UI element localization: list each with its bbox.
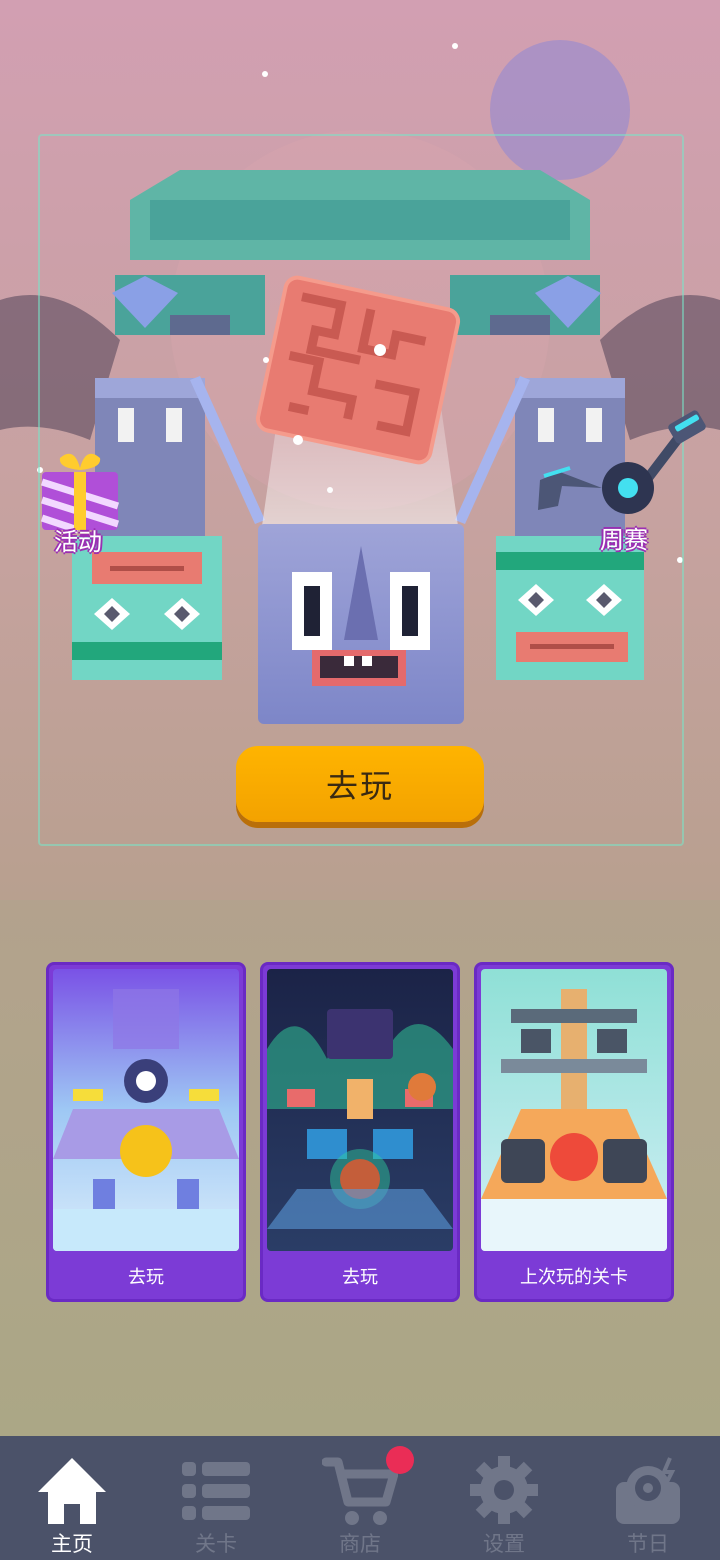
weekly-contest-label: 周赛 bbox=[600, 526, 648, 554]
shop-notification-badge bbox=[386, 1446, 414, 1474]
festival-icon bbox=[616, 1457, 680, 1524]
nav-item-levels[interactable]: 关卡 bbox=[144, 1436, 288, 1560]
nav-label: 设置 bbox=[483, 1532, 525, 1556]
level-preview-image bbox=[481, 969, 667, 1251]
nav-item-settings[interactable]: 设置 bbox=[432, 1436, 576, 1560]
last-played-card[interactable]: 上次玩的关卡 bbox=[474, 962, 674, 1302]
level-thumbnail bbox=[481, 969, 667, 1251]
level-card-2[interactable]: 去玩 bbox=[260, 962, 460, 1302]
level-preview-image bbox=[267, 969, 453, 1251]
robot-arm-icon bbox=[538, 410, 706, 514]
nav-item-festival[interactable]: 节日 bbox=[576, 1436, 720, 1560]
list-icon bbox=[182, 1462, 250, 1520]
nav-label: 关卡 bbox=[195, 1532, 237, 1556]
play-button[interactable]: 去玩 bbox=[236, 746, 484, 822]
level-thumbnail bbox=[267, 969, 453, 1251]
level-preview-image bbox=[53, 969, 239, 1251]
event-entry[interactable]: 活动 bbox=[36, 448, 126, 558]
nav-item-home[interactable]: 主页 bbox=[0, 1436, 144, 1560]
nav-label: 节日 bbox=[627, 1532, 669, 1556]
level-card-1[interactable]: 去玩 bbox=[46, 962, 246, 1302]
event-label: 活动 bbox=[54, 528, 102, 556]
gear-icon bbox=[470, 1456, 538, 1524]
bottom-nav: 主页 关卡 商店 设置 节日 bbox=[0, 1436, 720, 1560]
weekly-contest-entry[interactable]: 周赛 bbox=[530, 406, 710, 556]
nav-label: 商店 bbox=[339, 1532, 381, 1556]
home-icon bbox=[38, 1458, 106, 1524]
level-card-label: 去玩 bbox=[128, 1267, 164, 1288]
level-thumbnail bbox=[53, 969, 239, 1251]
nav-label: 主页 bbox=[51, 1532, 93, 1556]
level-card-label: 去玩 bbox=[342, 1267, 378, 1288]
level-card-label: 上次玩的关卡 bbox=[520, 1267, 628, 1288]
